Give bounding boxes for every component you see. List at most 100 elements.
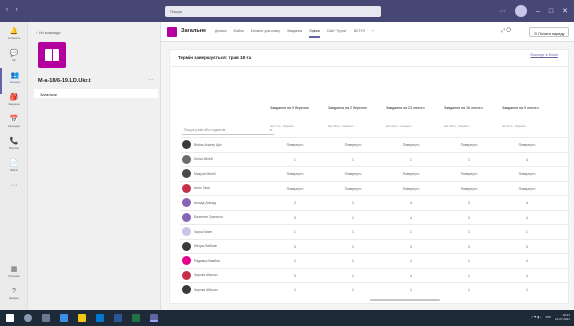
task-view-icon[interactable] [42,314,50,322]
grade-cell[interactable]: Повернуто [267,167,323,181]
assignment-column-header[interactable]: Завдання на 16 лютого квіт 15-го - Оцінит… [440,102,498,134]
close-button[interactable]: ✕ [562,7,568,15]
tab-7[interactable]: + [372,29,374,33]
grade-cell[interactable]: 1 [325,240,381,254]
grade-cell[interactable]: 1 [325,269,381,283]
table-row[interactable]: Радимук Вавбан 1 1 1 1 4 [180,253,570,267]
tab-1[interactable]: Файли [234,29,244,33]
grade-cell[interactable]: 1 [499,283,555,297]
word-icon[interactable] [114,314,122,322]
explorer-icon[interactable] [78,314,86,322]
grade-cell[interactable]: 3 [441,196,497,210]
grade-cell[interactable]: 4 [383,269,439,283]
student-name[interactable]: Радимук Вавбан [194,259,220,263]
more-options-icon[interactable]: ··· [499,8,506,15]
grade-cell[interactable]: 3 [267,211,323,225]
student-name[interactable]: Алес Ганя [194,186,210,190]
tab-3[interactable]: Завдання [287,29,302,33]
grade-cell[interactable]: 1 [383,153,439,167]
student-name[interactable]: Котик Міхей [194,157,213,161]
student-name[interactable]: Чирчек Абасон [194,288,218,292]
grade-cell[interactable]: Повернуто [499,138,555,152]
grade-cell[interactable]: 4 [499,153,555,167]
grade-cell[interactable]: 3 [499,240,555,254]
grade-cell[interactable]: 2 [267,196,323,210]
grade-cell[interactable]: 3 [267,240,323,254]
excel-icon[interactable] [132,314,140,322]
grade-cell[interactable]: 1 [267,283,323,297]
tray-icons[interactable]: ˄ ⚑ ▮ ♪ [531,315,541,319]
table-row[interactable]: Макуха Міхей Повернуто Повернуто Повернуто П… [180,166,570,180]
grade-cell[interactable]: 1 [441,254,497,268]
table-row[interactable]: Котик Міхей 1 1 1 1 4 [180,151,570,167]
language-indicator[interactable]: УКР [545,315,551,319]
table-row[interactable]: Мегуш Вабхав 3 1 3 3 3 [180,238,570,254]
rail-more[interactable]: ··· [0,178,28,204]
grade-cell[interactable]: Повернуто [441,167,497,181]
student-name[interactable]: Аніхад Аніхад [194,201,216,205]
grade-cell[interactable]: Повернуто [383,167,439,181]
grade-cell[interactable]: Повернуто [325,182,381,196]
grade-cell[interactable]: 1 [441,283,497,297]
table-row[interactable]: Bobas Andrey Ajin Повернуто Повернуто Повер… [180,137,570,151]
search-input[interactable]: Пошук [165,6,381,17]
tab-5[interactable]: Сайт "Група" [327,29,347,33]
grade-cell[interactable]: Повернуто [499,167,555,181]
table-row[interactable]: Чирчек Абасон 3 1 4 1 4 [180,267,570,283]
grade-cell[interactable]: 1 [325,211,381,225]
table-row[interactable]: Базелгач Гранолог 3 1 4 3 4 [180,209,570,225]
grade-cell[interactable]: 1 [441,269,497,283]
student-name[interactable]: Bobas Andrey Ajin [194,143,222,147]
grade-cell[interactable]: 1 [383,225,439,239]
all-teams-link[interactable]: ‹ Усі команди [36,30,61,35]
clock[interactable]: 19:21 21.07.2021 [555,313,570,321]
horizontal-scrollbar[interactable] [370,299,440,301]
table-row[interactable]: Алес Ганя Повернуто Повернуто Повернуто Пове… [180,180,570,196]
expand-refresh-icons[interactable]: ⤢ ⟳ [501,28,512,34]
grade-cell[interactable]: 1 [325,153,381,167]
grade-cell[interactable]: 4 [383,196,439,210]
grade-cell[interactable]: 1 [325,225,381,239]
student-name[interactable]: Макуха Міхей [194,172,215,176]
assignment-column-header[interactable]: Завдання на 2 березня квіт 30-го - Оцінит… [324,102,382,134]
grade-cell[interactable]: 1 [441,225,497,239]
tab-6[interactable]: ВСТУП [354,29,365,33]
student-name[interactable]: Чирок Ванн [194,230,212,234]
minimize-button[interactable]: – [536,8,540,15]
student-search-input[interactable]: Пошук учнів або студентів ⌕ [182,126,274,135]
grade-cell[interactable]: 1 [441,153,497,167]
grade-cell[interactable]: 4 [383,211,439,225]
export-excel-link[interactable]: Експорт в Excel [531,53,558,57]
grade-cell[interactable]: 1 [325,283,381,297]
grade-cell[interactable]: Повернуто [325,167,381,181]
meet-now-button[interactable]: ⊙ Почати нараду [529,27,569,37]
grade-cell[interactable]: 1 [267,254,323,268]
grade-cell[interactable]: 4 [499,254,555,268]
teams-taskbar-icon[interactable] [150,314,158,322]
grade-cell[interactable]: Повернуто [325,138,381,152]
grade-cell[interactable]: Повернуто [267,182,323,196]
search-icon[interactable] [24,314,32,322]
grade-cell[interactable]: 1 [325,254,381,268]
table-row[interactable]: Чирок Ванн 1 1 1 1 1 [180,224,570,238]
grade-cell[interactable]: 3 [441,240,497,254]
grade-cell[interactable]: 1 [267,225,323,239]
tab-4[interactable]: Оцінки [309,29,320,38]
grade-cell[interactable]: 4 [499,269,555,283]
grade-cell[interactable]: Повернуто [267,138,323,152]
channel-item-general[interactable]: Загальне [34,89,158,98]
assignment-column-header[interactable]: Завдання на 9 березня квіт 7-го - Оцінити… [266,102,324,134]
rail-help[interactable]: ? Довідка [0,284,28,310]
table-row[interactable]: Чирчек Абасон 1 1 1 1 1 [180,282,570,296]
team-name[interactable]: M-a-18/6-19.LD.Ukr.t [38,78,91,84]
store-icon[interactable] [96,314,104,322]
assignment-column-header[interactable]: Завдання на 23 лютого квіт 22-го - Оцінит… [382,102,440,134]
grade-cell[interactable]: Повернуто [383,182,439,196]
student-name[interactable]: Чирчек Абасон [194,273,218,277]
back-button[interactable]: ‹ [6,7,8,13]
user-avatar[interactable] [514,5,527,17]
forward-button[interactable]: › [16,7,18,13]
grade-cell[interactable]: 3 [267,269,323,283]
table-row[interactable]: Аніхад Аніхад 2 1 4 3 4 [180,195,570,209]
windows-start-icon[interactable] [6,314,14,322]
